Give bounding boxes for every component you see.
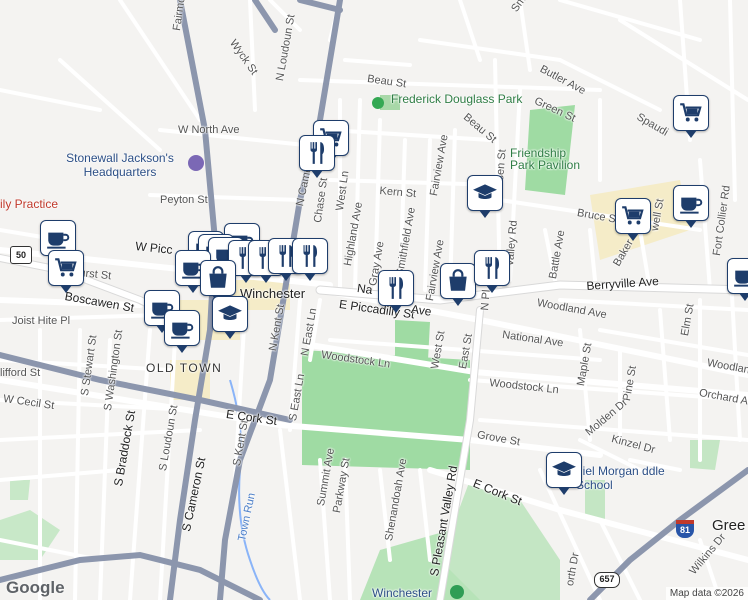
school-cap-marker[interactable]: [212, 296, 248, 339]
park-label-frederick-douglass: Frederick Douglass Park: [391, 92, 523, 106]
restaurant-fork-knife-marker[interactable]: [292, 238, 328, 281]
grocery-cart-marker[interactable]: [48, 250, 84, 293]
shopping-bag-marker[interactable]: [200, 260, 236, 303]
coffee-cup-icon: [678, 190, 704, 216]
school-cap-marker[interactable]: [467, 175, 503, 218]
museum-icon[interactable]: [188, 155, 204, 171]
grocery-cart-marker[interactable]: [615, 198, 651, 241]
coffee-cup-marker[interactable]: [673, 185, 709, 228]
poi-label-daniel-morgan-school: niel Morgan ddle School: [576, 464, 665, 492]
restaurant-fork-knife-icon: [304, 140, 330, 166]
city-label-winchester: Winchester: [240, 286, 306, 301]
poi-label-stonewall-jackson-hq: Stonewall Jackson's Headquarters: [66, 151, 174, 179]
school-cap-icon: [551, 457, 577, 483]
restaurant-fork-knife-icon: [297, 243, 323, 269]
restaurant-fork-knife-icon: [479, 255, 505, 281]
street-label-w-picc: W Picc: [134, 239, 174, 257]
shopping-bag-icon: [445, 268, 471, 294]
grocery-cart-icon: [53, 255, 79, 281]
map-attribution: Map data ©2026: [665, 587, 748, 600]
place-label-green: Gree: [712, 517, 746, 534]
street-label-national-1: Na: [356, 281, 374, 298]
park-pin-icon[interactable]: [450, 585, 464, 599]
shopping-bag-icon: [205, 265, 231, 291]
google-logo: Google: [6, 578, 65, 597]
restaurant-fork-knife-marker[interactable]: [299, 135, 335, 178]
coffee-cup-icon: [732, 263, 748, 289]
street-label-peyton: Peyton St: [160, 194, 208, 206]
school-cap-icon: [472, 180, 498, 206]
route-657-shield: 657: [594, 572, 620, 588]
coffee-cup-marker[interactable]: [164, 310, 200, 353]
area-label-old-town: OLD TOWN: [146, 361, 223, 375]
grocery-cart-icon: [620, 203, 646, 229]
interstate-81-shield: 81: [676, 520, 694, 538]
coffee-cup-icon: [45, 225, 71, 251]
grocery-cart-icon: [678, 100, 704, 126]
park-pin-icon-frederick[interactable]: [372, 97, 384, 109]
restaurant-fork-knife-marker[interactable]: [474, 250, 510, 293]
restaurant-fork-knife-icon: [383, 275, 409, 301]
poi-label-family-practice: ily Practice: [0, 197, 59, 211]
street-label-clifford: lifford St: [0, 367, 41, 379]
shopping-bag-marker[interactable]: [440, 263, 476, 306]
map-canvas[interactable]: Fairmont Ave Wyck St N Loudoun St N Came…: [0, 0, 748, 600]
school-cap-icon: [217, 301, 243, 327]
poi-label-winchester-bottom: Winchester: [372, 586, 433, 600]
school-cap-marker[interactable]: [546, 452, 582, 495]
park-label-friendship-pavilion: Friendship Park Pavilion: [510, 146, 581, 172]
street-label-joist-hite: Joist Hite Pl: [12, 315, 71, 327]
restaurant-fork-knife-marker[interactable]: [378, 270, 414, 313]
street-label-national-2: Ave: [410, 302, 433, 319]
us-50-route-shield: 50: [10, 246, 32, 264]
grocery-cart-marker[interactable]: [673, 95, 709, 138]
coffee-cup-marker[interactable]: [727, 258, 748, 301]
coffee-cup-icon: [169, 315, 195, 341]
street-label-w-north: W North Ave: [178, 124, 240, 136]
